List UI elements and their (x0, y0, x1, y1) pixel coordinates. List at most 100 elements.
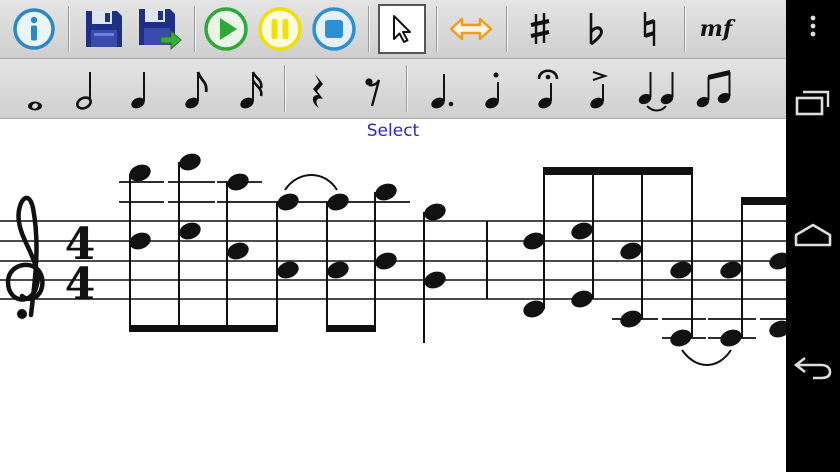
quarter-note-button[interactable] (118, 59, 164, 118)
note-head (179, 222, 201, 240)
half-note-icon (76, 71, 92, 110)
sharp-button[interactable] (514, 0, 566, 58)
flat-button[interactable] (570, 0, 622, 58)
floppy-disk-export-icon (139, 9, 182, 51)
fermata-icon (537, 68, 559, 108)
note-head (620, 242, 642, 260)
note-head (277, 193, 299, 211)
tie-button[interactable] (632, 59, 686, 118)
toolbar-separator (194, 6, 195, 52)
note-head (179, 153, 201, 171)
info-button[interactable] (8, 0, 60, 58)
toolbar-separator (68, 6, 69, 52)
dotted-note-button[interactable] (418, 59, 466, 118)
quarter-rest-icon (312, 73, 323, 108)
dotted-note-icon (431, 73, 454, 108)
recent-apps-icon (795, 90, 830, 116)
note-head (720, 329, 742, 347)
toolbar-separator (436, 6, 437, 52)
note-head (571, 290, 593, 308)
note-head (620, 310, 642, 328)
overflow-menu-button[interactable] (786, 6, 840, 46)
toolbar-separator (506, 6, 507, 52)
notes-toolbar (0, 59, 786, 119)
staccato-icon (485, 72, 499, 108)
note-head (424, 203, 446, 221)
note-heads-measure-2 (523, 222, 786, 347)
note-head (327, 261, 349, 279)
flat-icon (589, 13, 603, 46)
back-button[interactable] (786, 342, 840, 392)
note-head (424, 271, 446, 289)
back-icon (793, 356, 832, 380)
note-head (227, 173, 249, 191)
system-navigation-bar (786, 0, 840, 472)
score-editor-app: mf Select 4 4 (0, 0, 786, 472)
floppy-disk-icon (86, 11, 122, 47)
note-head (720, 261, 742, 279)
cursor-arrow-icon (393, 15, 411, 43)
toolbar-separator (406, 65, 407, 112)
eighth-note-icon (185, 71, 208, 108)
staccato-button[interactable] (470, 59, 518, 118)
note-head (769, 320, 786, 338)
stop-icon (312, 7, 356, 51)
pause-icon (258, 7, 302, 51)
eighth-note-button[interactable] (172, 59, 218, 118)
natural-icon (643, 12, 656, 46)
time-signature-bottom: 4 (65, 259, 96, 310)
eighth-rest-button[interactable] (350, 59, 396, 118)
tie-arc (681, 349, 732, 366)
treble-clef (5, 195, 45, 319)
tie-icon (638, 71, 674, 111)
note-head (227, 242, 249, 260)
save-button[interactable] (78, 0, 130, 58)
quarter-rest-button[interactable] (296, 59, 342, 118)
fermata-button[interactable] (524, 59, 572, 118)
tool-mode-label: Select (366, 121, 420, 141)
ledger-lines (119, 181, 786, 339)
sharp-icon (530, 13, 550, 44)
sixteenth-note-button[interactable] (226, 59, 274, 118)
chord-stems-measure-2 (543, 171, 743, 338)
whole-note-button[interactable] (12, 59, 58, 118)
note-head (375, 252, 397, 270)
home-button[interactable] (786, 210, 840, 260)
pause-button[interactable] (254, 0, 306, 58)
beam-button[interactable] (690, 59, 742, 118)
note-head (375, 183, 397, 201)
dynamics-button[interactable]: mf (690, 0, 742, 58)
quarter-note-icon (131, 71, 145, 108)
save-as-button[interactable] (134, 0, 186, 58)
recent-apps-button[interactable] (786, 78, 840, 128)
whole-note-icon (28, 101, 42, 110)
eighth-rest-icon (365, 77, 381, 106)
move-tool-button[interactable] (444, 0, 498, 58)
accent-button[interactable] (576, 59, 624, 118)
beam-icon (696, 69, 731, 107)
accent-icon (590, 70, 609, 108)
note-head (670, 329, 692, 347)
note-head (327, 193, 349, 211)
main-toolbar: mf (0, 0, 786, 59)
overflow-menu-icon (810, 15, 816, 37)
note-head (670, 261, 692, 279)
select-tool-button[interactable] (378, 0, 426, 58)
play-icon (204, 7, 248, 51)
horizontal-arrows-icon (449, 17, 493, 41)
toolbar-separator (284, 65, 285, 112)
note-head (769, 252, 786, 270)
dynamic-mark-icon: mf (699, 16, 733, 42)
tie-arc (284, 174, 338, 191)
home-icon (794, 223, 832, 247)
stop-button[interactable] (308, 0, 360, 58)
toolbar-separator (684, 6, 685, 52)
note-head (277, 261, 299, 279)
sixteenth-note-icon (240, 70, 263, 108)
natural-button[interactable] (624, 0, 676, 58)
info-icon (13, 8, 55, 50)
play-button[interactable] (200, 0, 252, 58)
half-note-button[interactable] (64, 59, 110, 118)
toolbar-separator (368, 6, 369, 52)
score-canvas[interactable]: 4 4 (0, 143, 786, 472)
